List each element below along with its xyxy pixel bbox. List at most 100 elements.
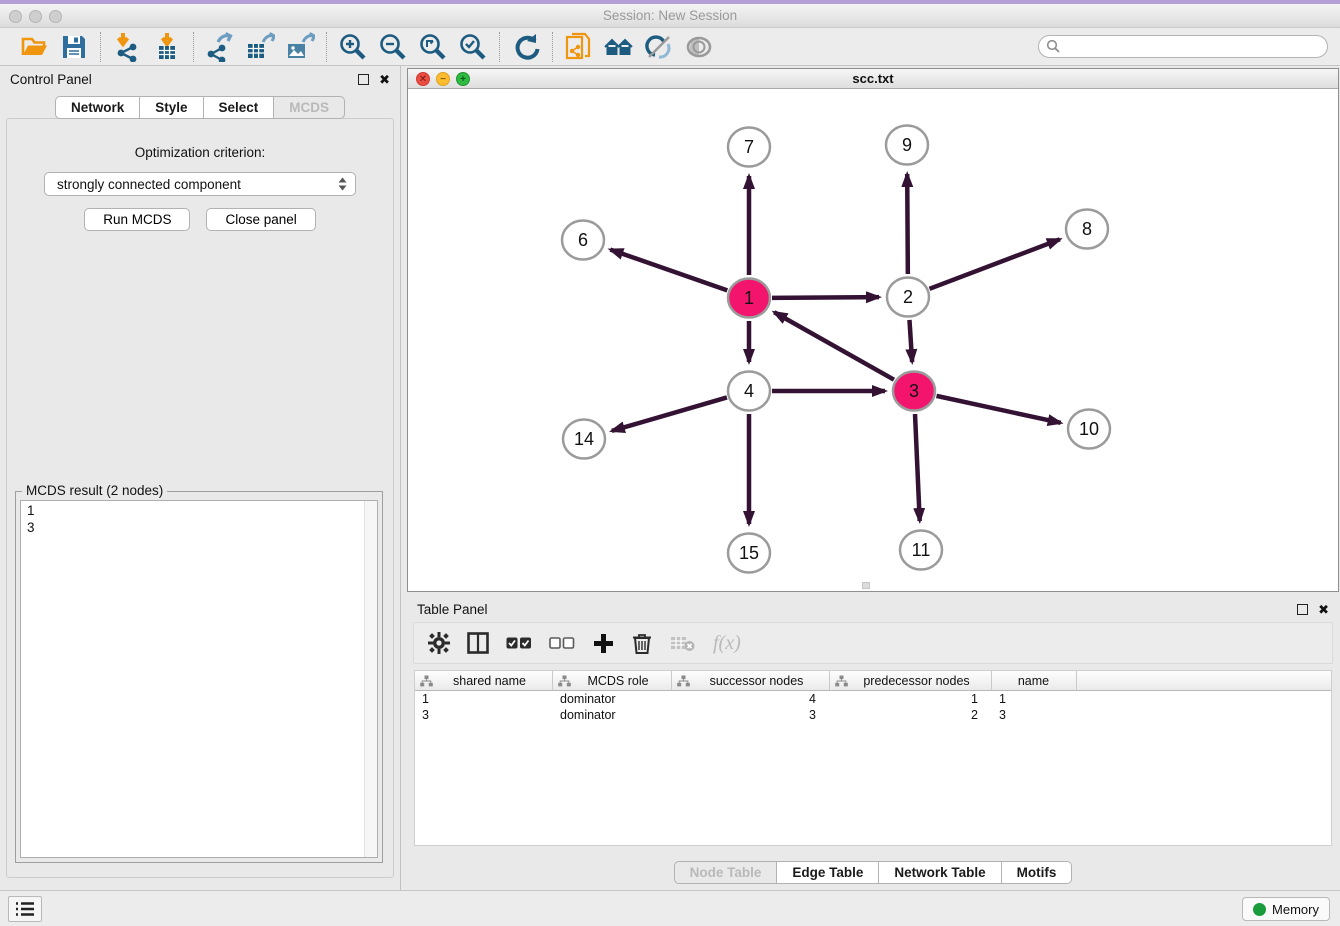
memory-status-icon xyxy=(1253,903,1266,916)
graph-node-8[interactable]: 8 xyxy=(1066,210,1108,249)
column-header-name[interactable]: name xyxy=(992,671,1077,690)
graph-node-1[interactable]: 1 xyxy=(728,279,770,318)
svg-text:11: 11 xyxy=(912,540,931,560)
graph-edge-1-2[interactable] xyxy=(772,297,879,298)
graph-node-15[interactable]: 15 xyxy=(728,534,770,573)
control-panel-title: Control Panel xyxy=(10,72,358,87)
cell-successor-nodes[interactable]: 3 xyxy=(672,708,830,722)
apply-layout-icon[interactable] xyxy=(510,31,542,63)
float-panel-icon[interactable] xyxy=(358,74,369,85)
import-network-icon[interactable] xyxy=(111,31,143,63)
tab-mcds[interactable]: MCDS xyxy=(274,96,345,119)
table-body: 1dominator4113dominator323 xyxy=(415,691,1331,723)
optimization-criterion-select[interactable]: strongly connected component xyxy=(44,172,356,196)
network-canvas[interactable]: 7 9 6 8 1 2 4 3 14 10 15 11 xyxy=(408,89,1338,591)
select-all-columns-icon[interactable] xyxy=(506,630,532,656)
table-row[interactable]: 1dominator411 xyxy=(415,691,1331,707)
column-header-MCDS-role[interactable]: MCDS role xyxy=(553,671,672,690)
graph-edge-3-1[interactable] xyxy=(774,312,894,379)
graph-node-11[interactable]: 11 xyxy=(900,531,942,570)
main-toolbar xyxy=(0,28,1340,66)
svg-text:2: 2 xyxy=(903,287,913,307)
graph-node-6[interactable]: 6 xyxy=(562,221,604,260)
mcds-result-group: MCDS result (2 nodes) 1 3 xyxy=(15,491,383,863)
graph-edge-4-14[interactable] xyxy=(612,397,727,430)
task-history-button[interactable] xyxy=(8,896,42,922)
open-session-icon[interactable] xyxy=(18,31,50,63)
close-table-panel-icon[interactable]: ✖ xyxy=(1318,604,1329,615)
table-tab-node-table[interactable]: Node Table xyxy=(674,861,778,884)
search-input[interactable] xyxy=(1038,35,1328,58)
graph-node-14[interactable]: 14 xyxy=(563,420,605,459)
column-header-predecessor-nodes[interactable]: predecessor nodes xyxy=(830,671,992,690)
cell-MCDS-role[interactable]: dominator xyxy=(553,692,672,706)
close-panel-button[interactable]: Close panel xyxy=(206,208,315,231)
svg-text:10: 10 xyxy=(1079,419,1099,439)
cell-predecessor-nodes[interactable]: 1 xyxy=(830,692,992,706)
vizmapper-icon[interactable] xyxy=(643,31,675,63)
save-session-icon[interactable] xyxy=(58,31,90,63)
cell-shared-name[interactable]: 1 xyxy=(415,692,553,706)
delete-column-trash-icon[interactable] xyxy=(631,630,653,656)
splitter-grip[interactable] xyxy=(862,582,870,589)
table-settings-gear-icon[interactable] xyxy=(428,630,450,656)
hide-panel-eye-icon[interactable] xyxy=(683,31,715,63)
column-type-icon xyxy=(835,675,848,687)
close-panel-icon[interactable]: ✖ xyxy=(379,74,390,85)
tab-select[interactable]: Select xyxy=(204,96,275,119)
graph-node-2[interactable]: 2 xyxy=(887,278,929,317)
tab-style[interactable]: Style xyxy=(140,96,203,119)
result-scrollbar[interactable] xyxy=(364,501,377,857)
graph-edge-3-10[interactable] xyxy=(936,396,1060,423)
float-table-panel-icon[interactable] xyxy=(1297,604,1308,615)
export-image-icon[interactable] xyxy=(284,31,316,63)
minimize-window-button[interactable] xyxy=(29,10,42,23)
column-header-successor-nodes[interactable]: successor nodes xyxy=(672,671,830,690)
reset-view-icon[interactable] xyxy=(603,31,635,63)
tab-network[interactable]: Network xyxy=(55,96,140,119)
graph-node-7[interactable]: 7 xyxy=(728,128,770,167)
graph-edge-2-9[interactable] xyxy=(907,174,908,274)
minimize-network-icon[interactable]: − xyxy=(436,72,450,86)
maximize-window-button[interactable] xyxy=(49,10,62,23)
graph-node-9[interactable]: 9 xyxy=(886,126,928,165)
cell-successor-nodes[interactable]: 4 xyxy=(672,692,830,706)
column-label: successor nodes xyxy=(690,674,829,688)
cell-name[interactable]: 3 xyxy=(992,708,1077,722)
column-header-shared-name[interactable]: shared name xyxy=(415,671,553,690)
cell-predecessor-nodes[interactable]: 2 xyxy=(830,708,992,722)
zoom-selected-icon[interactable] xyxy=(457,31,489,63)
table-tab-edge-table[interactable]: Edge Table xyxy=(777,861,879,884)
new-network-from-selection-icon[interactable] xyxy=(563,31,595,63)
cell-shared-name[interactable]: 3 xyxy=(415,708,553,722)
maximize-network-icon[interactable]: + xyxy=(456,72,470,86)
export-network-icon[interactable] xyxy=(204,31,236,63)
close-network-icon[interactable]: ✕ xyxy=(416,72,430,86)
graph-edge-1-6[interactable] xyxy=(610,250,727,291)
zoom-in-icon[interactable] xyxy=(337,31,369,63)
run-mcds-button[interactable]: Run MCDS xyxy=(84,208,190,231)
graph-edge-2-3[interactable] xyxy=(909,320,912,362)
unselect-all-columns-icon[interactable] xyxy=(549,630,575,656)
memory-button[interactable]: Memory xyxy=(1242,897,1330,921)
export-table-icon[interactable] xyxy=(244,31,276,63)
graph-node-10[interactable]: 10 xyxy=(1068,410,1110,449)
svg-text:6: 6 xyxy=(578,230,588,250)
graph-edge-3-11[interactable] xyxy=(915,414,920,521)
table-row[interactable]: 3dominator323 xyxy=(415,707,1331,723)
zoom-out-icon[interactable] xyxy=(377,31,409,63)
cell-MCDS-role[interactable]: dominator xyxy=(553,708,672,722)
table-tab-motifs[interactable]: Motifs xyxy=(1002,861,1073,884)
import-table-icon[interactable] xyxy=(151,31,183,63)
zoom-fit-icon[interactable] xyxy=(417,31,449,63)
table-tab-network-table[interactable]: Network Table xyxy=(879,861,1001,884)
show-columns-icon[interactable] xyxy=(467,630,489,656)
create-column-plus-icon[interactable] xyxy=(592,630,614,656)
cell-name[interactable]: 1 xyxy=(992,692,1077,706)
graph-node-4[interactable]: 4 xyxy=(728,372,770,411)
graph-node-3[interactable]: 3 xyxy=(893,372,935,411)
close-window-button[interactable] xyxy=(9,10,22,23)
network-window-titlebar[interactable]: ✕ − + scc.txt xyxy=(408,69,1338,89)
column-label: name xyxy=(997,674,1076,688)
graph-edge-2-8[interactable] xyxy=(930,239,1060,289)
